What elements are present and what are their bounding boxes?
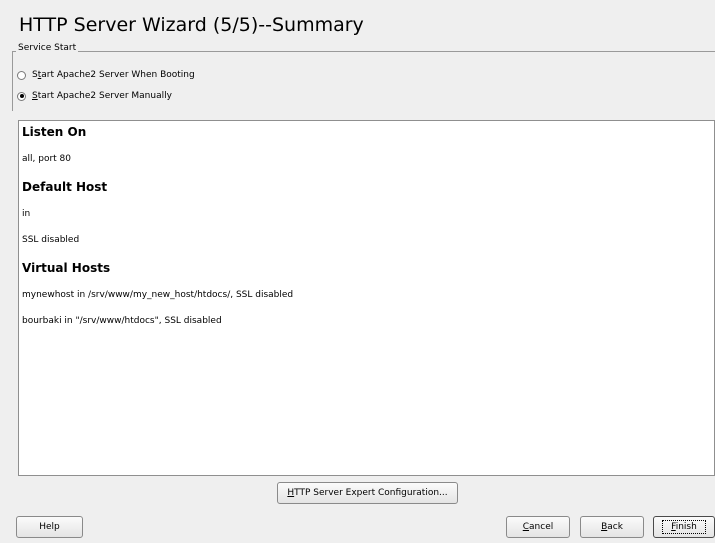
service-start-group-label: Service Start bbox=[16, 43, 79, 53]
back-button[interactable]: Back bbox=[580, 516, 644, 538]
section-heading-virtual-hosts: Virtual Hosts bbox=[22, 261, 111, 275]
default-host-value: in bbox=[22, 209, 31, 219]
section-heading-default-host: Default Host bbox=[22, 180, 108, 194]
service-start-groupbox bbox=[12, 51, 715, 111]
radio-label-start-when-booting: Start Apache2 Server When Booting bbox=[32, 70, 195, 80]
cancel-button[interactable]: Cancel bbox=[506, 516, 570, 538]
finish-focus-ring: Finish bbox=[662, 520, 706, 534]
radio-label-start-manually: Start Apache2 Server Manually bbox=[32, 91, 172, 101]
section-heading-listen-on: Listen On bbox=[22, 125, 87, 139]
expert-configuration-button[interactable]: H TTP Server Expert Configuration... bbox=[277, 482, 458, 504]
default-host-ssl: SSL disabled bbox=[22, 235, 80, 245]
help-button[interactable]: Help bbox=[16, 516, 83, 538]
radio-button-icon[interactable] bbox=[17, 70, 26, 80]
page-title: HTTP Server Wizard (5/5)--Summary bbox=[19, 14, 364, 36]
radio-start-when-booting[interactable]: Start Apache2 Server When Booting bbox=[17, 70, 195, 80]
radio-start-manually[interactable]: Start Apache2 Server Manually bbox=[17, 91, 172, 101]
virtual-host-item: bourbaki in "/srv/www/htdocs", SSL disab… bbox=[22, 316, 222, 326]
radio-button-selected-icon[interactable] bbox=[17, 91, 26, 101]
virtual-host-item: mynewhost in /srv/www/my_new_host/htdocs… bbox=[22, 290, 294, 300]
summary-panel: Listen On all, port 80 Default Host in S… bbox=[18, 120, 715, 476]
finish-button[interactable]: Finish bbox=[653, 516, 715, 538]
listen-on-value: all, port 80 bbox=[22, 154, 71, 164]
